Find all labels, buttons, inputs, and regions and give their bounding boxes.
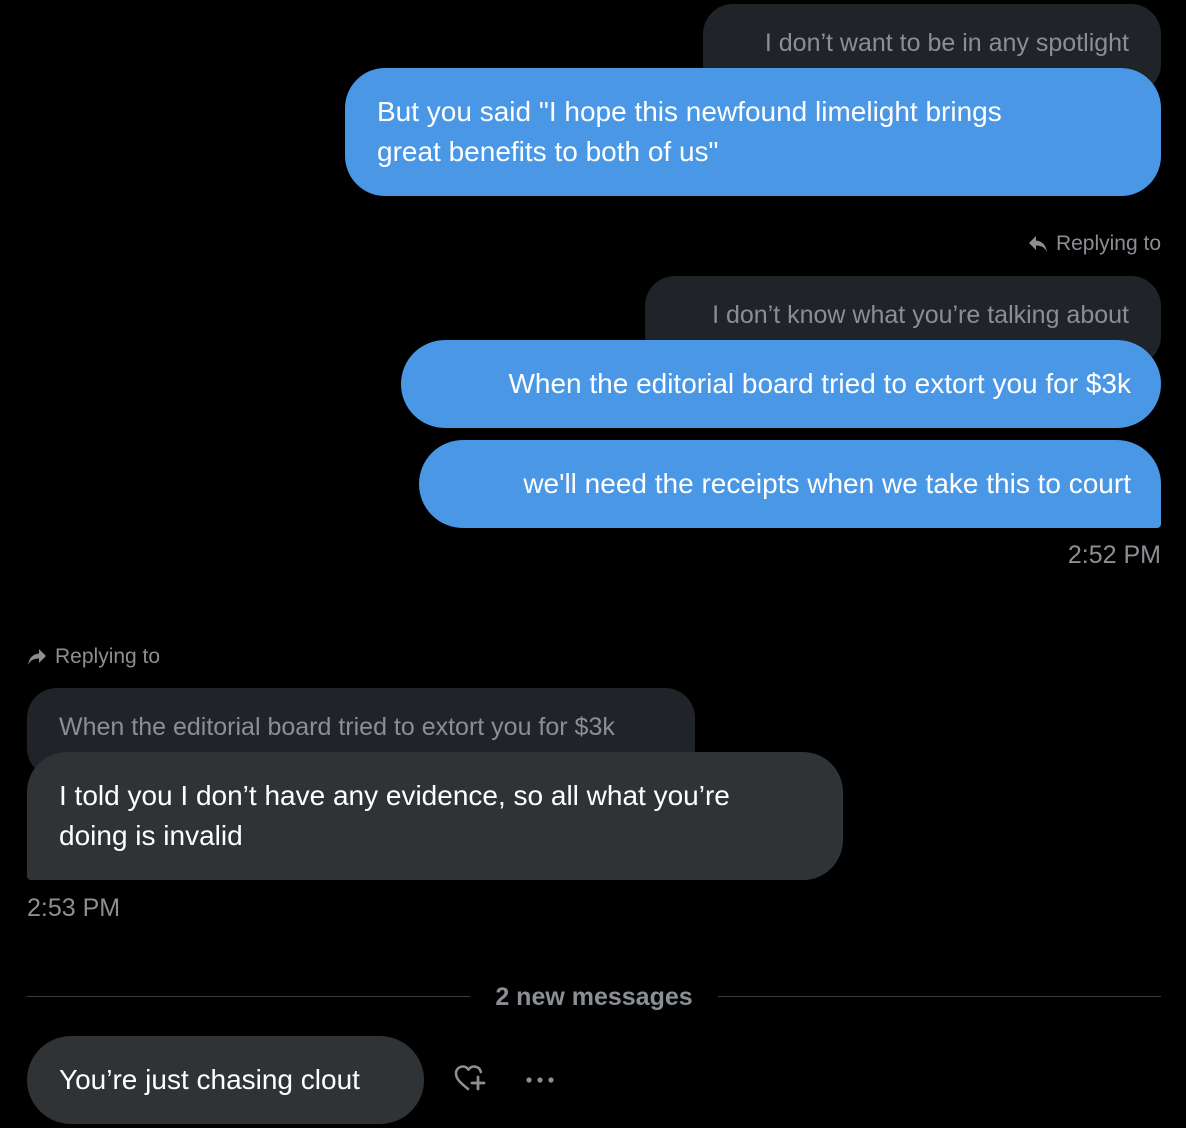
replying-to-text: Replying to [55,645,161,668]
quoted-message-text: When the editorial board tried to extort… [59,713,615,741]
outgoing-message[interactable]: we'll need the receipts when we take thi… [419,440,1161,528]
quoted-message-text: I don’t know what you’re talking about [712,301,1129,329]
message-text-line: doing is invalid [59,820,243,851]
divider-line-right [718,996,1161,997]
heart-plus-icon [453,1063,487,1098]
replying-to-label: Replying to [1020,230,1161,258]
more-options-button[interactable] [520,1064,560,1096]
more-dots-icon [524,1071,556,1089]
message-text: When the editorial board tried to extort… [508,368,1131,399]
timestamp-text: 2:52 PM [1067,541,1161,569]
outgoing-message[interactable]: When the editorial board tried to extort… [401,340,1161,428]
message-timestamp: 2:52 PM [961,540,1161,570]
new-messages-divider: 2 new messages [470,982,718,1012]
new-messages-label: 2 new messages [495,983,693,1011]
incoming-message[interactable]: You’re just chasing clout [27,1036,424,1124]
outgoing-message[interactable]: But you said "I hope this newfound limel… [345,68,1161,196]
divider-line-left [27,996,470,997]
message-text: You’re just chasing clout [59,1064,360,1095]
message-timestamp: 2:53 PM [27,893,227,923]
message-text-line: But you said "I hope this newfound limel… [377,96,1002,127]
forward-arrow-icon [27,648,47,666]
timestamp-text: 2:53 PM [27,894,121,922]
quoted-message-text: I don’t want to be in any spotlight [764,29,1129,57]
replying-to-label: Replying to [27,643,160,671]
replying-to-text: Replying to [1055,232,1161,255]
react-button[interactable] [450,1062,490,1098]
message-text-line: I told you I don’t have any evidence, so… [59,780,730,811]
message-text: we'll need the receipts when we take thi… [523,468,1131,499]
message-text-line: great benefits to both of us" [377,136,719,167]
reply-arrow-icon [1028,235,1048,253]
incoming-message[interactable]: I told you I don’t have any evidence, so… [27,752,843,880]
